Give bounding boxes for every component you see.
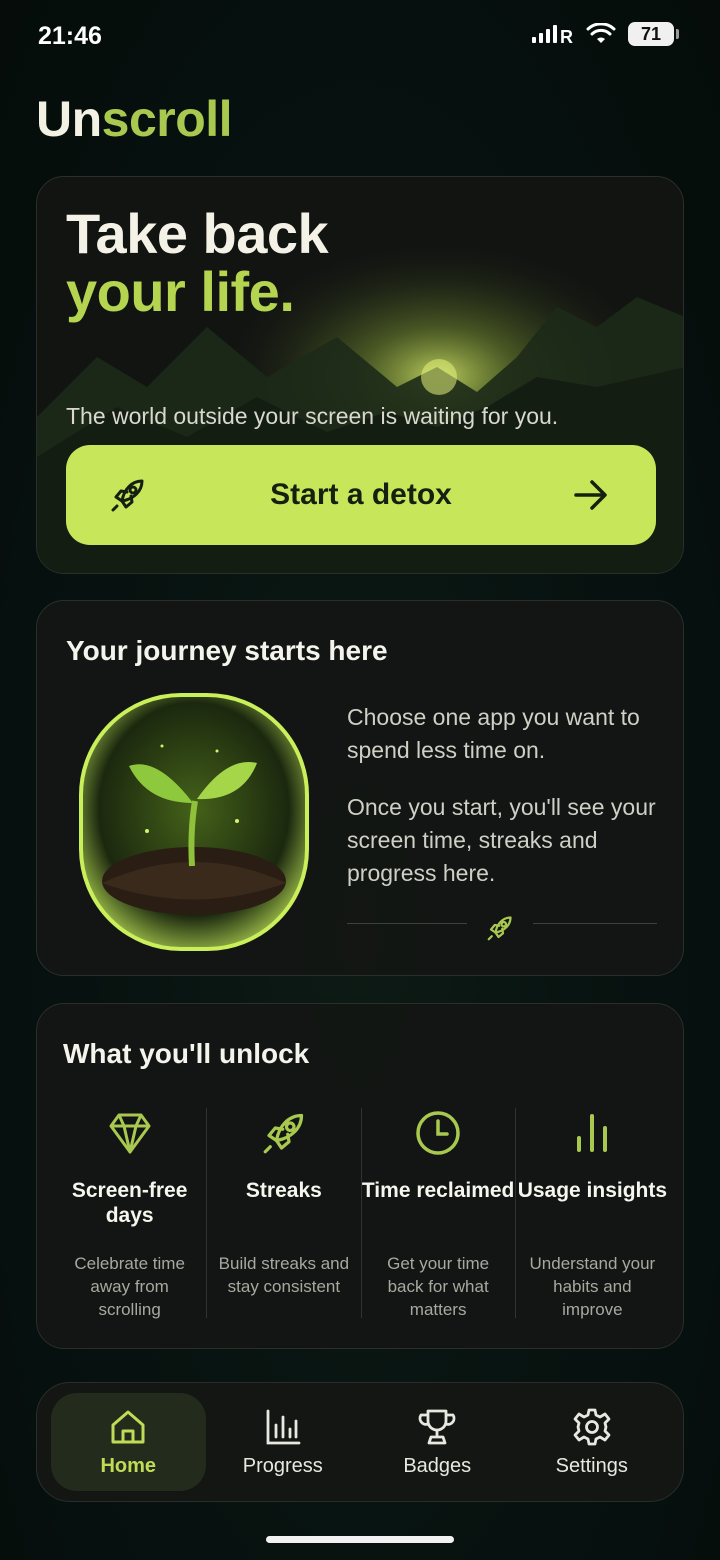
unlock-title: What you'll unlock bbox=[63, 1038, 310, 1069]
sprout-terrarium-illustration bbox=[79, 693, 309, 951]
nav-progress-label: Progress bbox=[242, 1454, 323, 1477]
nav-badges[interactable]: Badges bbox=[360, 1393, 515, 1491]
wifi-icon bbox=[586, 23, 616, 43]
app-title-part2: scroll bbox=[101, 91, 233, 147]
feature-name: Streaks bbox=[245, 1179, 322, 1202]
status-bar: 21:46 R 71 bbox=[0, 0, 720, 72]
nav-home[interactable]: Home bbox=[51, 1393, 206, 1491]
battery-indicator: 71 bbox=[628, 22, 679, 46]
journey-paragraph-2: Once you start, you'll see your screen t… bbox=[347, 794, 656, 886]
feature-name: Time reclaimed bbox=[361, 1179, 515, 1202]
journey-card: Your journey starts here Choose one app … bbox=[36, 600, 684, 976]
feature-desc: Build streaks and stay consistent bbox=[218, 1254, 350, 1296]
hero-card: Take back your life. The world outside y… bbox=[36, 176, 684, 574]
rocket-icon bbox=[487, 916, 512, 941]
feature-desc: Celebrate time away from scrolling bbox=[74, 1254, 185, 1319]
journey-paragraph-1: Choose one app you want to spend less ti… bbox=[347, 704, 640, 763]
journey-title: Your journey starts here bbox=[66, 635, 388, 666]
nav-badges-label: Badges bbox=[403, 1454, 472, 1477]
feature-streaks: Streaks Build streaks and stay consisten… bbox=[206, 1108, 360, 1318]
start-detox-label: Start a detox bbox=[270, 478, 452, 511]
start-detox-button[interactable]: Start a detox bbox=[66, 445, 656, 545]
signal-r-icon: R bbox=[532, 25, 573, 45]
hero-title-line1: Take back bbox=[66, 202, 329, 265]
clock-icon bbox=[416, 1111, 460, 1155]
nav-settings-label: Settings bbox=[555, 1454, 628, 1477]
status-icons: R 71 bbox=[530, 22, 679, 46]
home-icon bbox=[111, 1410, 145, 1443]
hero-title: Take back your life. bbox=[66, 202, 329, 323]
bars-icon bbox=[577, 1114, 608, 1152]
rocket-icon bbox=[263, 1113, 303, 1154]
unlock-card: What you'll unlock Screen-free days Cele… bbox=[36, 1003, 684, 1349]
trophy-icon bbox=[418, 1409, 456, 1444]
feature-screen-free-days: Screen-free days Celebrate time away fro… bbox=[53, 1108, 206, 1319]
feature-time-reclaimed: Time reclaimed Get your time back for wh… bbox=[360, 1108, 515, 1319]
rocket-icon bbox=[111, 479, 144, 512]
chart-icon bbox=[266, 1409, 301, 1444]
arrow-right-icon bbox=[574, 480, 607, 510]
nav-settings[interactable]: Settings bbox=[515, 1393, 670, 1491]
journey-divider bbox=[347, 913, 657, 941]
nav-home-label: Home bbox=[100, 1454, 157, 1477]
feature-name: Usage insights bbox=[517, 1179, 668, 1202]
nav-progress[interactable]: Progress bbox=[206, 1393, 361, 1491]
feature-desc: Get your time back for what matters bbox=[387, 1254, 490, 1319]
feature-usage-insights: Usage insights Understand your habits an… bbox=[514, 1108, 669, 1319]
feature-desc: Understand your habits and improve bbox=[529, 1254, 656, 1319]
svg-text:R: R bbox=[560, 27, 573, 45]
app-title-part1: Un bbox=[36, 91, 102, 147]
features-list: Screen-free days Celebrate time away fro… bbox=[53, 1108, 669, 1319]
gear-icon bbox=[573, 1408, 611, 1445]
feature-name: Screen-free days bbox=[71, 1179, 188, 1227]
app-title: Unscroll bbox=[36, 90, 233, 148]
diamond-icon bbox=[109, 1113, 151, 1154]
hero-title-line2: your life. bbox=[66, 260, 295, 323]
hero-subtitle: The world outside your screen is waiting… bbox=[66, 403, 559, 429]
home-indicator[interactable] bbox=[266, 1536, 454, 1543]
status-time: 21:46 bbox=[38, 22, 102, 50]
bottom-navigation: Home Progress Badges Settings bbox=[36, 1382, 684, 1502]
